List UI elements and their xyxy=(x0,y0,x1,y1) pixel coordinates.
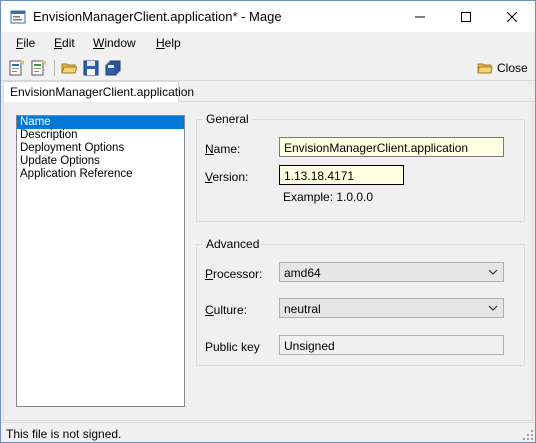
toolbar-separator xyxy=(54,60,55,76)
menu-edit[interactable]: Edit xyxy=(54,36,75,50)
status-bar: This file is not signed. xyxy=(1,422,535,442)
menu-window[interactable]: Window xyxy=(93,36,136,50)
chevron-down-icon xyxy=(488,305,498,311)
general-legend: General xyxy=(203,112,252,126)
processor-label: Processor: xyxy=(205,267,263,281)
chevron-down-icon xyxy=(488,269,498,275)
document-tabstrip: EnvisionManagerClient.application xyxy=(1,81,535,103)
nav-item-name[interactable]: Name xyxy=(17,116,184,129)
save-icon[interactable] xyxy=(83,60,99,76)
advanced-group: Advanced Processor: amd64 Culture: neutr… xyxy=(196,237,525,366)
version-example: Example: 1.0.0.0 xyxy=(283,190,374,204)
public-key-label: Public key xyxy=(205,340,260,354)
version-label: Version: xyxy=(205,170,249,184)
tab-envision-manager-client[interactable]: EnvisionManagerClient.application xyxy=(3,81,194,103)
name-label: Name: xyxy=(205,142,241,156)
version-field[interactable]: 1.13.18.4171 xyxy=(279,165,404,185)
title-bar: EnvisionManagerClient.application* - Mag… xyxy=(1,1,535,32)
open-folder-icon[interactable] xyxy=(61,60,77,76)
app-window: EnvisionManagerClient.application* - Mag… xyxy=(0,0,536,443)
close-icon xyxy=(507,11,517,22)
close-document-button[interactable]: Close xyxy=(477,60,528,76)
culture-select[interactable]: neutral xyxy=(279,298,504,318)
maximize-button[interactable] xyxy=(443,1,489,32)
menu-bar: File Edit Window Help xyxy=(1,32,535,54)
nav-item-description[interactable]: Description xyxy=(17,129,184,142)
nav-item-deployment-options[interactable]: Deployment Options xyxy=(17,142,184,155)
minimize-icon xyxy=(415,16,425,17)
toolbar: Close xyxy=(1,55,535,81)
mage-app-icon xyxy=(10,10,26,24)
processor-value: amd64 xyxy=(284,266,321,280)
processor-select[interactable]: amd64 xyxy=(279,262,504,282)
advanced-legend: Advanced xyxy=(203,237,263,251)
name-field[interactable]: EnvisionManagerClient.application xyxy=(279,137,504,157)
public-key-field: Unsigned xyxy=(279,335,504,355)
resize-grip-icon[interactable] xyxy=(523,430,533,440)
nav-item-application-reference[interactable]: Application Reference xyxy=(17,168,184,181)
close-document-label: Close xyxy=(497,61,528,75)
status-text: This file is not signed. xyxy=(6,427,122,441)
minimize-button[interactable] xyxy=(397,1,443,32)
category-list[interactable]: Name Description Deployment Options Upda… xyxy=(16,115,185,407)
menu-file[interactable]: File xyxy=(16,36,35,50)
window-title: EnvisionManagerClient.application* - Mag… xyxy=(33,9,282,24)
new-application-icon[interactable] xyxy=(8,60,24,76)
nav-item-update-options[interactable]: Update Options xyxy=(17,155,184,168)
document-content: Name Description Deployment Options Upda… xyxy=(3,102,533,421)
general-group: General Name: EnvisionManagerClient.appl… xyxy=(196,112,525,222)
folder-icon xyxy=(477,63,493,74)
culture-label: Culture: xyxy=(205,303,248,317)
new-deployment-icon[interactable] xyxy=(30,60,46,76)
maximize-icon xyxy=(461,11,471,22)
menu-help[interactable]: Help xyxy=(156,36,181,50)
close-window-button[interactable] xyxy=(489,1,535,32)
save-all-icon[interactable] xyxy=(105,60,121,76)
culture-value: neutral xyxy=(284,302,321,316)
